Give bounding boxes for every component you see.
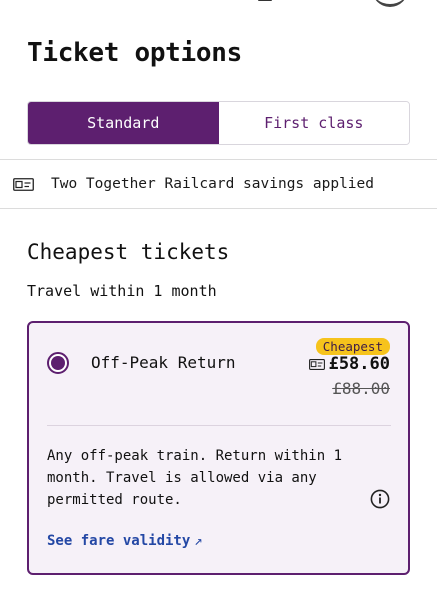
info-icon[interactable] (370, 489, 390, 509)
see-fare-validity-link[interactable]: See fare validity ↗ (47, 533, 203, 549)
account-icon[interactable] (372, 0, 408, 7)
ticket-card[interactable]: Off-Peak Return Cheapest £58.60 £88.00 A… (27, 321, 410, 575)
section-subtitle: Travel within 1 month (27, 282, 217, 300)
price-row: £58.60 (308, 354, 390, 374)
link-label: See fare validity (47, 533, 191, 549)
railcard-icon (308, 358, 325, 370)
external-link-icon: ↗ (194, 533, 203, 549)
top-app-bar-partial (0, 0, 437, 7)
railcard-icon (13, 177, 34, 191)
ticket-radio-button[interactable] (47, 352, 69, 374)
standard-class-option[interactable]: Standard (28, 102, 219, 144)
cheapest-badge: Cheapest (315, 338, 390, 355)
radio-selected-dot (51, 356, 65, 370)
first-class-option[interactable]: First class (218, 102, 409, 144)
ticket-class-toggle: Standard First class (27, 101, 410, 145)
section-title: Cheapest tickets (27, 240, 230, 264)
fare-name: Off-Peak Return (91, 353, 236, 372)
railcard-banner: Two Together Railcard savings applied (0, 159, 437, 209)
fare-description: Any off-peak train. Return within 1 mont… (47, 448, 343, 508)
original-price: £88.00 (332, 379, 390, 398)
page-title: Ticket options (27, 38, 242, 68)
discounted-price: £58.60 (328, 354, 390, 374)
menu-icon[interactable] (258, 0, 272, 1)
ticket-options-screen: Ticket options Standard First class Two … (0, 0, 437, 600)
card-divider (47, 425, 391, 426)
railcard-savings-text: Two Together Railcard savings applied (51, 176, 375, 192)
